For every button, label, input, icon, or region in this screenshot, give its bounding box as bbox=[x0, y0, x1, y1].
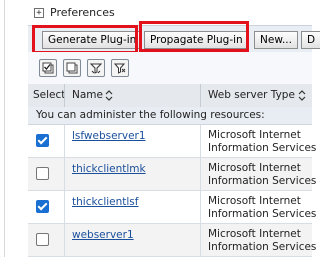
preferences-label[interactable]: Preferences bbox=[50, 6, 115, 19]
table-icon-bar bbox=[28, 52, 312, 85]
server-type: Microsoft Internet Information Services bbox=[208, 129, 317, 154]
column-divider bbox=[200, 191, 201, 223]
table-row: lsfwebserver1 Microsoft Internet Informat… bbox=[28, 125, 316, 158]
propagate-highlight-box bbox=[139, 21, 249, 52]
left-border bbox=[4, 0, 5, 257]
show-filter-icon[interactable] bbox=[87, 59, 105, 77]
resources-info-row: You can administer the following resourc… bbox=[28, 107, 312, 125]
row-checkbox[interactable] bbox=[36, 233, 49, 246]
resources-info-text: You can administer the following resourc… bbox=[36, 109, 265, 121]
row-checkbox[interactable] bbox=[36, 167, 49, 180]
column-divider bbox=[200, 125, 201, 157]
server-name-link[interactable]: thickclientlmk bbox=[72, 163, 146, 175]
header-divider bbox=[200, 84, 201, 107]
server-type: Microsoft Internet Information Services bbox=[208, 195, 317, 220]
header-divider bbox=[64, 84, 65, 107]
server-name-link[interactable]: thickclientlsf bbox=[72, 196, 138, 208]
expand-preferences-icon[interactable]: + bbox=[34, 8, 44, 18]
column-divider bbox=[64, 125, 65, 157]
table-row: thickclientlmk Microsoft Internet Informa… bbox=[28, 158, 316, 191]
column-divider bbox=[200, 224, 201, 256]
column-divider bbox=[64, 158, 65, 190]
name-column-header[interactable]: Name bbox=[72, 84, 103, 107]
server-name-link[interactable]: webserver1 bbox=[72, 229, 134, 241]
type-column-header[interactable]: Web server Type bbox=[208, 84, 295, 107]
server-name-link[interactable]: lsfwebserver1 bbox=[72, 130, 146, 142]
server-type: Microsoft Internet Information Services bbox=[208, 228, 317, 253]
delete-button[interactable]: D bbox=[301, 31, 320, 49]
column-divider bbox=[64, 191, 65, 223]
sort-name-icon[interactable] bbox=[105, 90, 113, 101]
column-divider bbox=[200, 158, 201, 190]
row-checkbox[interactable] bbox=[36, 134, 49, 147]
select-column-header: Select bbox=[33, 89, 66, 101]
table-header: Select Name Web server Type bbox=[28, 84, 312, 108]
clear-filter-icon[interactable] bbox=[111, 59, 129, 77]
select-all-icon[interactable] bbox=[39, 59, 57, 77]
generate-highlight-box bbox=[32, 25, 138, 54]
deselect-all-icon[interactable] bbox=[63, 59, 81, 77]
server-type: Microsoft Internet Information Services bbox=[208, 162, 317, 187]
row-checkbox[interactable] bbox=[36, 200, 49, 213]
column-divider bbox=[64, 224, 65, 256]
table-row: webserver1 Microsoft Internet Information… bbox=[28, 224, 316, 257]
new-button[interactable]: New... bbox=[254, 31, 298, 49]
table-row: thickclientlsf Microsoft Internet Informa… bbox=[28, 191, 316, 224]
sort-type-icon[interactable] bbox=[298, 90, 306, 101]
